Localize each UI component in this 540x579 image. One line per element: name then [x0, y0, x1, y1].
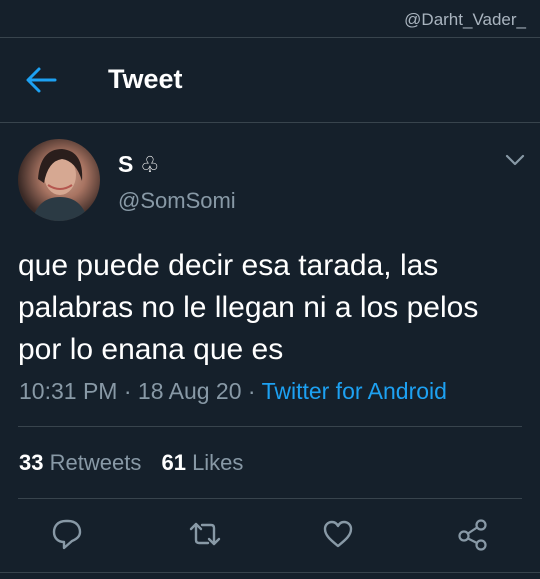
action-bar — [0, 512, 540, 556]
user-handle[interactable]: @SomSomi — [118, 188, 236, 214]
meta-separator: · — [123, 378, 132, 404]
tweet-meta: 10:31 PM · 18 Aug 20 · Twitter for Andro… — [19, 378, 447, 405]
avatar-image — [32, 149, 88, 221]
likes-stat[interactable]: 61 Likes — [161, 450, 243, 475]
divider — [18, 498, 522, 499]
retweet-button[interactable] — [183, 512, 227, 556]
like-button[interactable] — [316, 512, 360, 556]
bottom-divider — [0, 572, 540, 573]
reply-button[interactable] — [45, 512, 89, 556]
arrow-left-icon — [26, 67, 57, 93]
chevron-down-icon — [505, 154, 525, 166]
tweet-stats: 33 Retweets 61 Likes — [19, 450, 243, 476]
likes-label: Likes — [192, 450, 244, 475]
back-button[interactable] — [24, 66, 58, 94]
display-name[interactable]: S — [118, 151, 133, 178]
header-bar: Tweet — [0, 38, 540, 123]
divider — [18, 426, 522, 427]
retweets-stat[interactable]: 33 Retweets — [19, 450, 141, 475]
page-title: Tweet — [108, 64, 183, 94]
tweet-text: que puede decir esa tarada, las palabras… — [18, 249, 479, 366]
tweet-date: 18 Aug 20 — [137, 378, 242, 404]
club-badge: ♧ — [140, 152, 160, 177]
retweets-label: Retweets — [49, 450, 142, 475]
tweet-time: 10:31 PM — [19, 378, 118, 404]
share-button[interactable] — [451, 512, 495, 556]
retweet-icon — [189, 522, 221, 546]
likes-count: 61 — [161, 450, 186, 475]
avatar[interactable] — [18, 139, 100, 221]
heart-icon — [323, 520, 353, 548]
retweets-count: 33 — [19, 450, 44, 475]
meta-separator: · — [247, 378, 256, 404]
tweet-source-link[interactable]: Twitter for Android — [262, 378, 447, 404]
share-icon — [458, 519, 487, 551]
reply-icon — [52, 519, 82, 550]
tweet-menu-button[interactable] — [502, 150, 528, 170]
watermark-text: @Darht_Vader_ — [404, 10, 526, 29]
